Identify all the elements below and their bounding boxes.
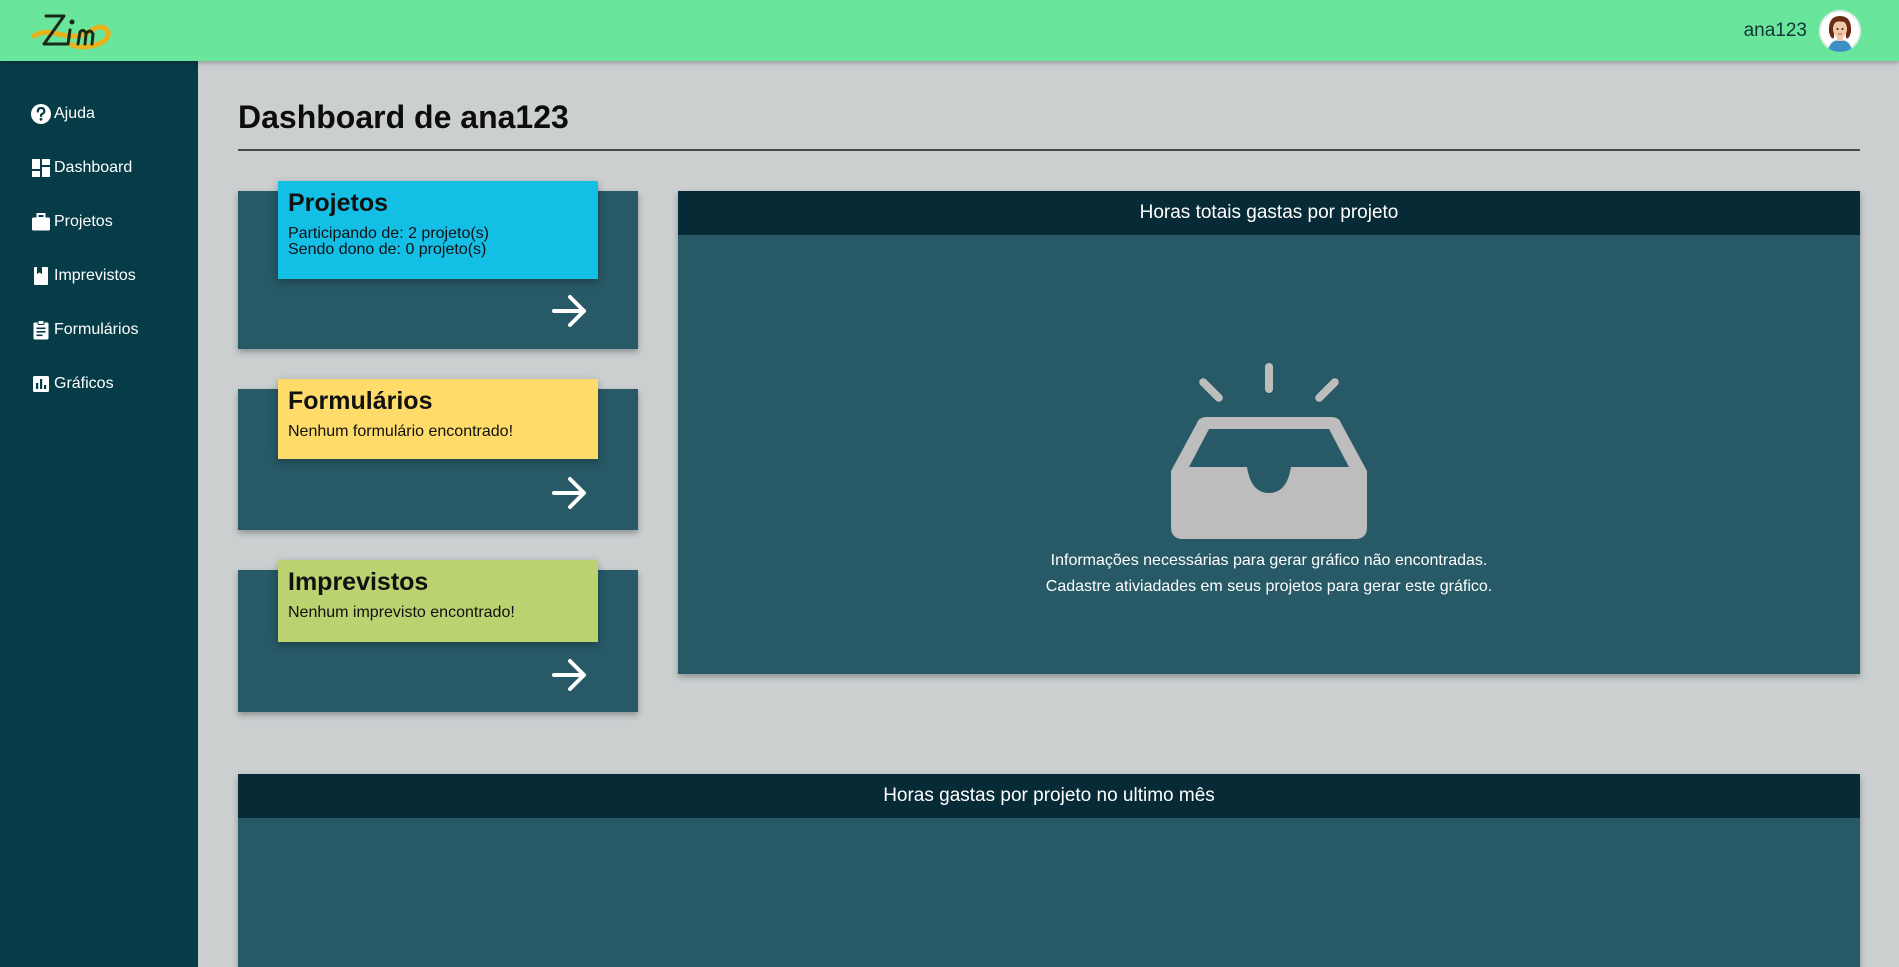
card-title: Formulários (288, 387, 433, 415)
sidebar-item-ajuda[interactable]: Ajuda (30, 101, 95, 127)
sidebar-item-imprevistos[interactable]: Imprevistos (30, 263, 136, 289)
sidebar-item-dashboard[interactable]: Dashboard (30, 155, 132, 181)
sidebar-item-label: Gráficos (54, 375, 114, 392)
card-text: Participando de: 2 projeto(s) (288, 225, 489, 242)
imprevistos-card-summary[interactable]: Imprevistos Nenhum imprevisto encontrado… (278, 560, 598, 642)
total-hours-chart-panel: Horas totais gastas por projeto Informaç… (678, 191, 1860, 674)
page-title: Dashboard de ana123 (238, 99, 569, 135)
sidebar-item-formularios[interactable]: Formulários (30, 317, 138, 343)
sidebar-item-label: Ajuda (54, 105, 95, 122)
arrow-right-icon[interactable] (550, 291, 590, 331)
sidebar-item-label: Formulários (54, 321, 139, 338)
sidebar-item-label: Imprevistos (54, 267, 136, 284)
zim-logo[interactable] (30, 6, 114, 56)
card-text: Nenhum imprevisto encontrado! (288, 604, 515, 621)
monthly-hours-chart-panel: Horas gastas por projeto no ultimo mês (238, 774, 1860, 967)
user-avatar-icon[interactable] (1819, 10, 1861, 52)
card-title: Projetos (288, 189, 389, 217)
projetos-card-summary[interactable]: Projetos Participando de: 2 projeto(s) S… (278, 181, 598, 279)
panel-title: Horas totais gastas por projeto (678, 191, 1860, 235)
card-text: Sendo dono de: 0 projeto(s) (288, 241, 487, 258)
dashboard-icon (32, 159, 50, 177)
card-title: Imprevistos (288, 568, 429, 596)
book-icon (34, 267, 48, 285)
sidebar-item-graficos[interactable]: Gráficos (30, 371, 114, 397)
empty-inbox-icon (1171, 363, 1367, 539)
top-bar: ana123 (0, 0, 1899, 61)
user-name[interactable]: ana123 (1744, 20, 1807, 42)
clipboard-icon (33, 320, 49, 340)
empty-message-line: Cadastre ativiadades em seus projetos pa… (1045, 578, 1493, 595)
formularios-card-summary[interactable]: Formulários Nenhum formulário encontrado… (278, 379, 598, 459)
card-text: Nenhum formulário encontrado! (288, 423, 514, 440)
arrow-right-icon[interactable] (550, 655, 590, 695)
sidebar-item-projetos[interactable]: Projetos (30, 209, 113, 235)
arrow-right-icon[interactable] (550, 473, 590, 513)
panel-title: Horas gastas por projeto no ultimo mês (238, 774, 1860, 818)
main-content: Dashboard de ana123 Projetos Participand… (198, 61, 1899, 967)
help-icon (31, 104, 51, 124)
chart-icon (33, 376, 49, 392)
briefcase-icon (32, 213, 50, 231)
sidebar-item-label: Projetos (54, 213, 113, 230)
sidebar: Ajuda Dashboard Projetos Imprevistos For… (0, 61, 198, 967)
title-divider (238, 149, 1860, 151)
sidebar-item-label: Dashboard (54, 159, 133, 176)
empty-message-line: Informações necessárias para gerar gráfi… (1050, 552, 1488, 569)
